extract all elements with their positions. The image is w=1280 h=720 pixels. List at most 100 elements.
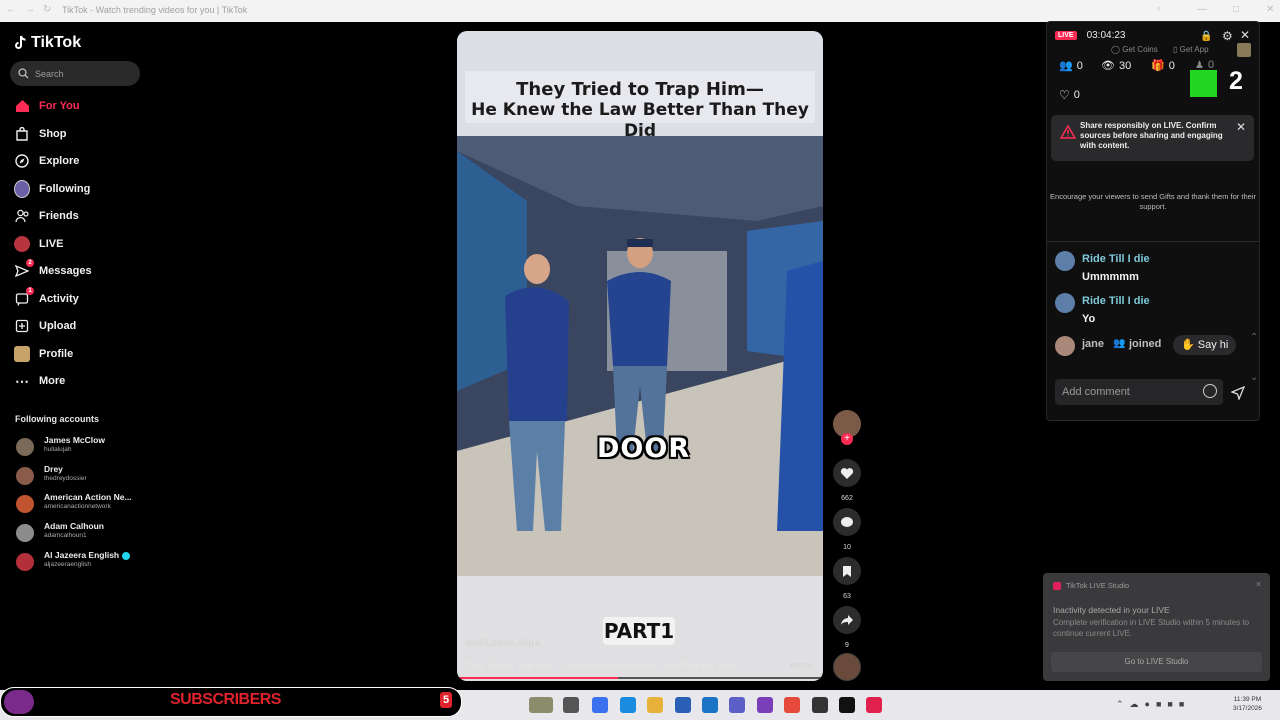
nav-explore[interactable]: Explore [14,151,144,171]
app-icon[interactable] [812,697,828,713]
nav-shop[interactable]: Shop [14,124,144,144]
account-name: Adam Calhoun [44,521,104,531]
divider [1047,241,1259,242]
tiktok-taskbar-icon[interactable] [839,697,855,713]
more-icon: ⋯ [15,373,29,389]
like-button[interactable]: 662 [833,459,861,502]
live-studio-taskbar-icon[interactable] [866,697,882,713]
join-username[interactable]: jane [1082,338,1104,350]
video-caption-word: DOOR [597,433,691,464]
save-button[interactable]: 63 [833,557,861,600]
nav-messages[interactable]: 2 Messages [14,259,144,281]
nav-label: More [39,375,66,387]
window-minimize-icon[interactable]: — [1197,4,1207,15]
scroll-down-icon[interactable]: ⌄ [1250,372,1258,383]
browser-back-icon[interactable]: ← [6,4,16,15]
share-button[interactable]: 9 [833,606,861,649]
file-explorer-icon[interactable] [647,697,663,713]
chat-text: Yo [1082,313,1096,325]
get-coins-button[interactable]: ◯ Get Coins [1111,45,1158,54]
live-timer: 03:04:23 [1086,30,1126,41]
tiktok-logo[interactable]: TikTok [14,34,81,52]
weather-icon[interactable] [529,697,553,713]
search-input[interactable]: Search [10,61,140,86]
heart-icon [833,459,861,487]
account-name: Drey [44,464,63,474]
copilot-icon[interactable] [592,697,608,713]
nav-following[interactable]: Following [14,179,144,199]
window-close-icon[interactable]: ✕ [1266,4,1274,15]
edge-icon[interactable] [620,697,636,713]
creator-avatar[interactable]: + [833,410,861,445]
big-counter: 2 [1229,67,1243,95]
view-count: 👁 30 [1101,59,1132,73]
teams-icon[interactable] [729,697,745,713]
lock-icon[interactable]: 🔒 [1200,31,1212,42]
store-icon[interactable] [675,697,691,713]
account-handle: thedreydossier [44,475,87,482]
scroll-up-icon[interactable]: ⌃ [1250,332,1258,343]
get-app-button[interactable]: ▯ Get App [1173,45,1209,54]
toast-close-icon[interactable]: ✕ [1255,580,1262,589]
green-overlay-icon [1190,70,1217,97]
chat-username[interactable]: Ride Till I die [1082,295,1150,307]
browser-forward-icon[interactable]: → [25,4,35,15]
home-icon [14,98,30,114]
account-item[interactable]: Al Jazeera English aljazeeraenglish [16,550,156,574]
viewer-count: 👥 0 [1059,59,1083,73]
send-icon[interactable] [1231,386,1245,400]
say-hi-button[interactable]: ✋ Say hi [1173,335,1237,355]
settings-icon[interactable]: ⚙ [1222,29,1233,43]
emoji-icon[interactable] [1203,384,1217,398]
nav-friends[interactable]: Friends [14,206,144,226]
close-panel-icon[interactable]: ✕ [1240,28,1250,42]
chat-username[interactable]: Ride Till I die [1082,253,1150,265]
nav-more[interactable]: ⋯ More [14,371,144,391]
nav-live[interactable]: LIVE [14,234,144,254]
account-item[interactable]: James McClow hullalujah [16,435,156,459]
account-item[interactable]: American Action Ne... americanactionnetw… [16,492,156,516]
app-icon[interactable] [784,697,800,713]
live-panel: LIVE 03:04:23 🔒 ⚙ ✕ ◯ Get Coins ▯ Get Ap… [1046,21,1260,421]
like-count-live: ♡ 0 [1059,88,1080,102]
profile-icon [14,346,30,362]
comment-input[interactable]: Add comment [1055,379,1223,405]
account-item[interactable]: Drey thedreydossier [16,464,156,488]
share-person-icon: ♟ [1195,59,1204,71]
music-avatar[interactable] [833,653,861,681]
outlook-icon[interactable] [702,697,718,713]
follow-plus-icon[interactable]: + [841,433,853,445]
avatar [16,495,34,513]
browser-title-bar: ← → ↻ TikTok - Watch trending videos for… [0,0,1280,22]
nav-profile[interactable]: Profile [14,344,144,364]
notice-close-icon[interactable]: ✕ [1236,120,1246,134]
video-player[interactable]: They Tried to Trap Him— He Knew the Law … [457,31,823,681]
account-name: Al Jazeera English [44,550,130,560]
share-icon [833,606,861,634]
task-view-icon[interactable] [563,697,579,713]
video-more-link[interactable]: more [790,660,812,670]
system-tray-icons[interactable]: ⌃☁●■■■ [1116,699,1190,710]
window-maximize-icon[interactable]: □ [1233,4,1239,15]
nav-activity[interactable]: 1 Activity [14,287,144,309]
comment-icon [833,508,861,536]
app-icon[interactable] [757,697,773,713]
browser-reload-icon[interactable]: ↻ [43,4,51,15]
browser-sidebar-icon[interactable]: ▫ [1157,4,1161,15]
toast-title: Inactivity detected in your LIVE [1053,605,1170,615]
video-description: They Tried to Trap Him — He Knew the Law… [465,660,747,670]
video-title-line2: He Knew the Law Better Than They Did [471,100,809,141]
nav-label: Activity [39,293,79,305]
taskbar-clock[interactable]: 11:39 PM 3/17/2026 [1233,695,1262,713]
nav-upload[interactable]: Upload [14,316,144,336]
video-author[interactable]: audit.zone.clips [465,638,540,649]
comment-button[interactable]: 10 [833,508,861,551]
account-item[interactable]: Adam Calhoun adamcalhoun1 [16,521,156,545]
following-accounts-header: Following accounts [15,414,100,424]
messages-badge: 2 [26,259,34,267]
wave-icon: ✋ [1181,339,1195,351]
go-to-live-studio-button[interactable]: Go to LIVE Studio [1051,652,1262,672]
toast-header: TikTok LIVE Studio [1053,581,1129,590]
video-progress-track[interactable] [457,677,823,679]
nav-for-you[interactable]: For You [14,96,144,116]
